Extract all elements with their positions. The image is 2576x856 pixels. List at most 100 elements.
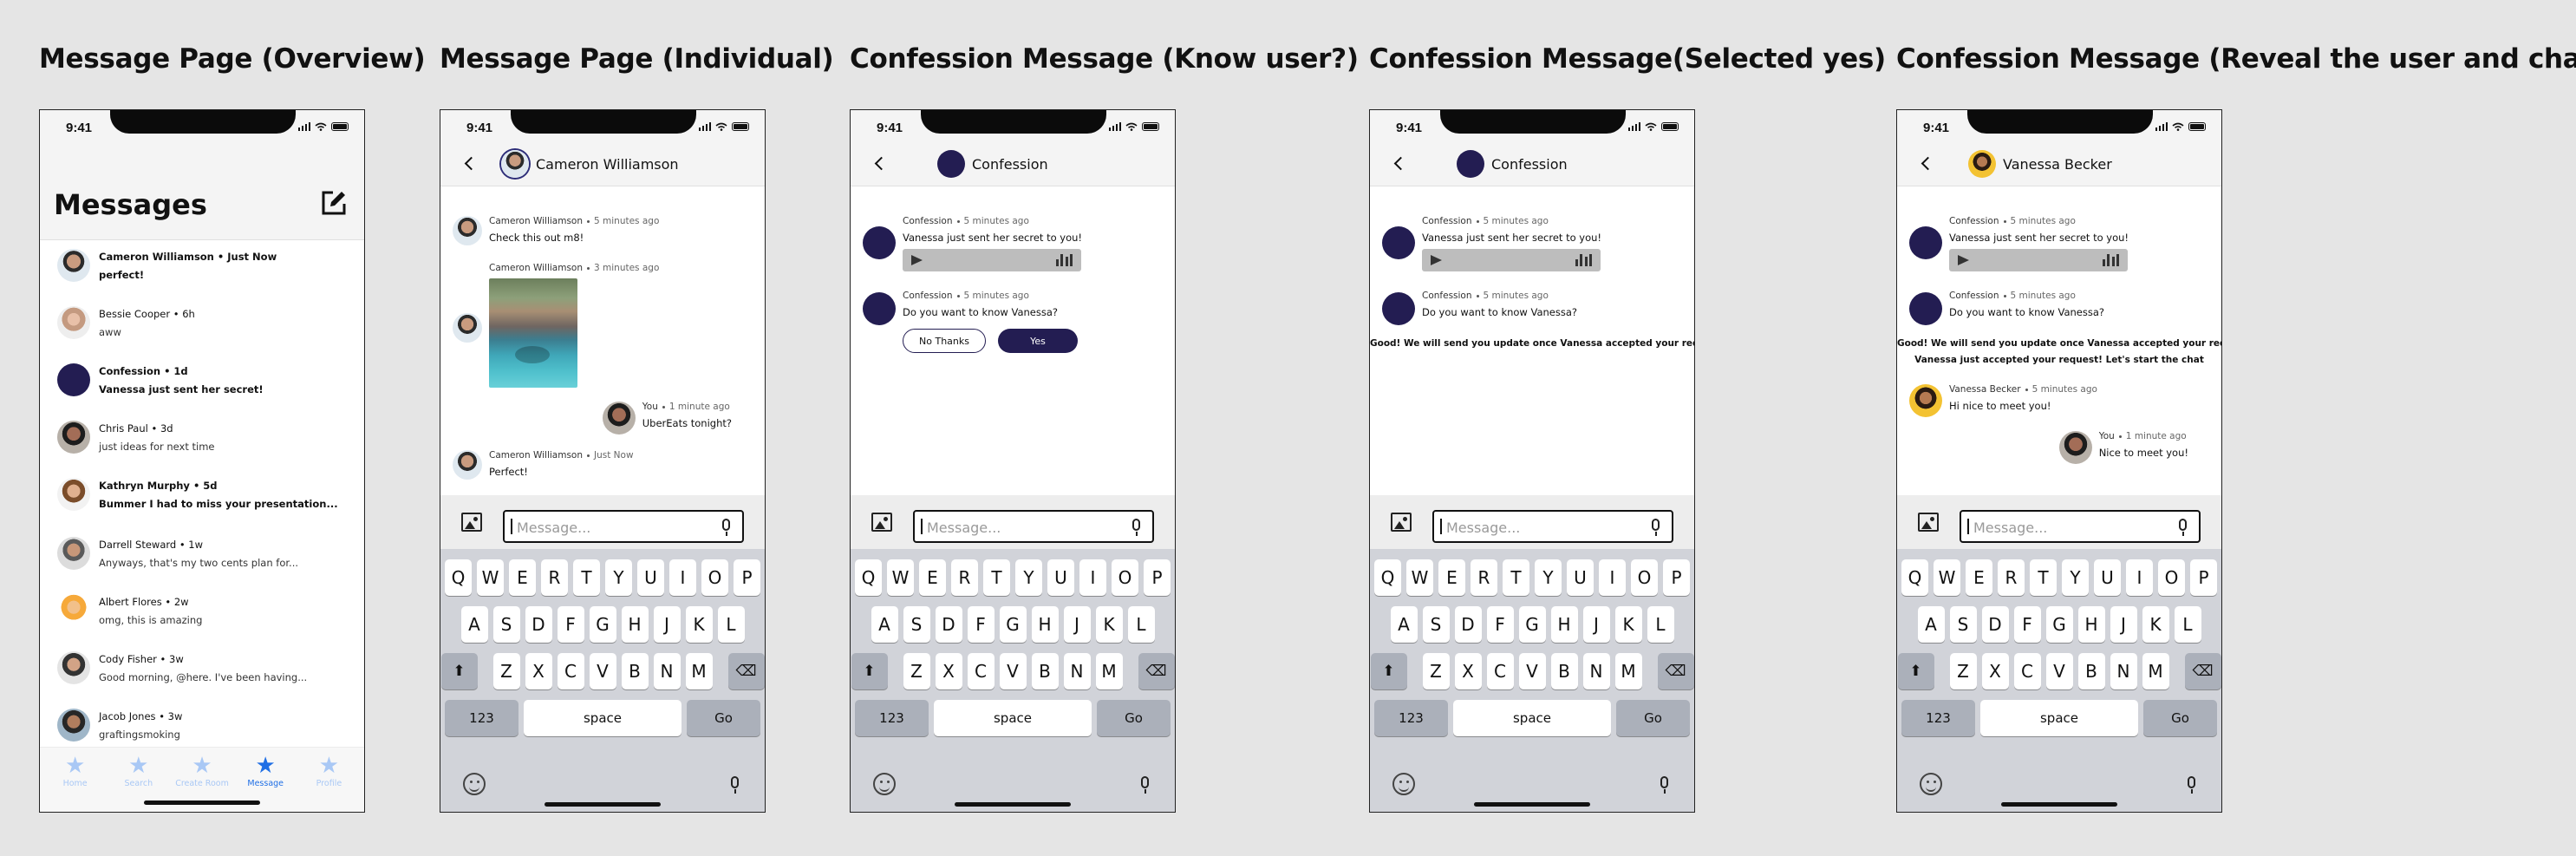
key[interactable]: A — [460, 606, 488, 643]
key[interactable]: E — [509, 559, 536, 596]
key[interactable]: V — [2045, 653, 2073, 689]
image-icon[interactable] — [871, 513, 892, 532]
emoji-icon[interactable] — [463, 773, 486, 795]
key[interactable]: X — [525, 653, 552, 689]
key[interactable]: R — [541, 559, 568, 596]
image-icon[interactable] — [1918, 513, 1939, 532]
key[interactable]: G — [1518, 606, 1546, 643]
emoji-icon[interactable] — [1392, 773, 1415, 795]
chat-header[interactable]: Confession — [937, 149, 1048, 179]
mic-icon[interactable] — [1660, 776, 1668, 794]
key[interactable]: W — [887, 559, 914, 596]
key[interactable]: C — [967, 653, 995, 689]
conversation-item[interactable]: Albert Flores • 2w omg, this is amazing — [57, 594, 352, 627]
mic-icon[interactable] — [1652, 519, 1660, 536]
mic-icon[interactable] — [731, 776, 739, 794]
key[interactable]: Z — [1949, 653, 1977, 689]
key[interactable]: M — [1614, 653, 1642, 689]
play-icon[interactable] — [911, 255, 923, 265]
message-input[interactable]: Message... — [1960, 510, 2201, 543]
key[interactable]: G — [589, 606, 616, 643]
key[interactable]: R — [1998, 559, 2025, 596]
audio-message[interactable] — [1422, 249, 1601, 271]
key[interactable]: K — [1095, 606, 1123, 643]
conversation-item[interactable]: Cameron Williamson • Just Now perfect! — [57, 249, 352, 282]
key[interactable]: H — [1031, 606, 1059, 643]
emoji-icon[interactable] — [1920, 773, 1942, 795]
chat-header[interactable]: Cameron Williamson — [501, 149, 679, 179]
message-input[interactable]: Message... — [1432, 510, 1673, 543]
key[interactable]: Z — [1422, 653, 1450, 689]
go-key[interactable]: Go — [2143, 700, 2217, 736]
key[interactable]: X — [1981, 653, 2009, 689]
key[interactable]: P — [2190, 559, 2217, 596]
key[interactable]: K — [1614, 606, 1642, 643]
key[interactable]: K — [2142, 606, 2169, 643]
chat-header[interactable]: Confession — [1457, 149, 1568, 179]
key[interactable]: V — [589, 653, 616, 689]
go-key[interactable]: Go — [687, 700, 760, 736]
key[interactable]: G — [2045, 606, 2073, 643]
key[interactable]: S — [903, 606, 930, 643]
key[interactable]: O — [2158, 559, 2185, 596]
key[interactable]: E — [1966, 559, 1992, 596]
key[interactable]: Q — [1901, 559, 1928, 596]
key[interactable]: J — [2110, 606, 2137, 643]
image-icon[interactable] — [1391, 513, 1412, 532]
numbers-key[interactable]: 123 — [1901, 700, 1975, 736]
conversation-item[interactable]: Bessie Cooper • 6h aww — [57, 306, 352, 339]
key[interactable]: M — [2142, 653, 2169, 689]
chat-header[interactable]: Vanessa Becker — [1968, 149, 2112, 179]
backspace-icon[interactable]: ⌫ — [2184, 653, 2221, 689]
key[interactable]: A — [1917, 606, 1945, 643]
key[interactable]: Y — [2062, 559, 2089, 596]
shift-icon[interactable]: ⬆ — [1370, 653, 1407, 689]
yes-button[interactable]: Yes — [998, 329, 1078, 353]
no-thanks-button[interactable]: No Thanks — [903, 329, 986, 353]
key[interactable]: H — [2077, 606, 2105, 643]
backspace-icon[interactable]: ⌫ — [1138, 653, 1175, 689]
key[interactable]: Y — [605, 559, 632, 596]
key[interactable]: R — [1471, 559, 1497, 596]
shared-photo[interactable] — [489, 278, 577, 388]
conversation-item[interactable]: Kathryn Murphy • 5d Bummer I had to miss … — [57, 478, 352, 511]
space-key[interactable]: space — [524, 700, 681, 736]
key[interactable]: L — [717, 606, 745, 643]
conversation-item[interactable]: Jacob Jones • 3w graftingsmoking — [57, 709, 352, 742]
key[interactable]: E — [919, 559, 946, 596]
numbers-key[interactable]: 123 — [855, 700, 929, 736]
key[interactable]: D — [1981, 606, 2009, 643]
key[interactable]: P — [1663, 559, 1690, 596]
key[interactable]: Q — [445, 559, 472, 596]
go-key[interactable]: Go — [1097, 700, 1171, 736]
key[interactable]: U — [2094, 559, 2121, 596]
space-key[interactable]: space — [1980, 700, 2138, 736]
image-icon[interactable] — [461, 513, 482, 532]
key[interactable]: B — [1550, 653, 1578, 689]
key[interactable]: N — [1582, 653, 1610, 689]
key[interactable]: V — [1518, 653, 1546, 689]
key[interactable]: M — [685, 653, 713, 689]
key[interactable]: O — [1631, 559, 1658, 596]
mic-icon[interactable] — [722, 519, 730, 536]
numbers-key[interactable]: 123 — [445, 700, 518, 736]
audio-message[interactable] — [1949, 249, 2128, 271]
key[interactable]: D — [525, 606, 552, 643]
backspace-icon[interactable]: ⌫ — [727, 653, 765, 689]
key[interactable]: B — [1031, 653, 1059, 689]
key[interactable]: G — [999, 606, 1027, 643]
compose-icon[interactable] — [321, 190, 347, 216]
key[interactable]: Z — [492, 653, 520, 689]
key[interactable]: M — [1095, 653, 1123, 689]
key[interactable]: L — [2174, 606, 2201, 643]
key[interactable]: Z — [903, 653, 930, 689]
key[interactable]: N — [2110, 653, 2137, 689]
key[interactable]: C — [2013, 653, 2041, 689]
shift-icon[interactable]: ⬆ — [851, 653, 888, 689]
key[interactable]: P — [734, 559, 760, 596]
message-input[interactable]: Message... — [503, 510, 744, 543]
key[interactable]: S — [1949, 606, 1977, 643]
key[interactable]: I — [669, 559, 696, 596]
tab-home[interactable]: ★ Home — [43, 748, 107, 812]
key[interactable]: L — [1647, 606, 1674, 643]
